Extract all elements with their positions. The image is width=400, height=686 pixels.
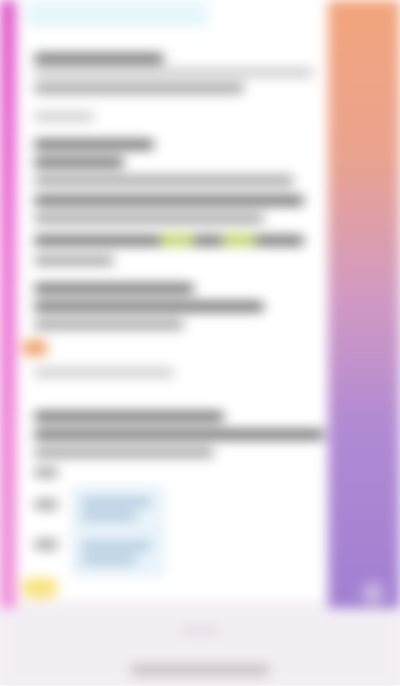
- text-line: [34, 540, 58, 549]
- text-line: [34, 256, 114, 265]
- blurred-screen: [0, 0, 400, 686]
- text-line: [34, 412, 224, 421]
- text-line: [34, 302, 264, 311]
- card-line: [81, 557, 137, 563]
- card-line: [81, 543, 151, 549]
- right-wallpaper-edge: [328, 0, 400, 610]
- home-indicator-icon[interactable]: [130, 664, 270, 676]
- nav-bar-mark: [180, 628, 220, 634]
- text-line: [34, 368, 174, 377]
- text-line: [34, 140, 154, 149]
- text-line: [34, 176, 294, 185]
- text-line: [34, 430, 324, 439]
- text-line: [34, 54, 164, 63]
- link-highlight[interactable]: [222, 234, 256, 246]
- text-line: [34, 196, 304, 205]
- text-line: [34, 320, 184, 329]
- attachment-card[interactable]: [72, 530, 164, 576]
- attachment-card[interactable]: [72, 486, 164, 532]
- text-line: [34, 84, 244, 93]
- text-line: [34, 68, 314, 77]
- text-line: [34, 112, 94, 121]
- link-highlight[interactable]: [160, 234, 194, 246]
- text-line: [34, 500, 58, 509]
- yellow-chip-icon[interactable]: [22, 578, 58, 598]
- orange-dot-icon: [22, 340, 48, 356]
- text-line: [34, 214, 264, 223]
- card-line: [81, 513, 137, 519]
- text-line: [34, 158, 124, 167]
- text-line: [34, 284, 194, 293]
- top-tab-strip[interactable]: [26, 0, 208, 24]
- circle-icon[interactable]: [362, 582, 384, 604]
- left-wallpaper-edge: [0, 0, 16, 610]
- text-line: [34, 468, 58, 477]
- card-line: [81, 499, 151, 505]
- text-line: [34, 448, 214, 457]
